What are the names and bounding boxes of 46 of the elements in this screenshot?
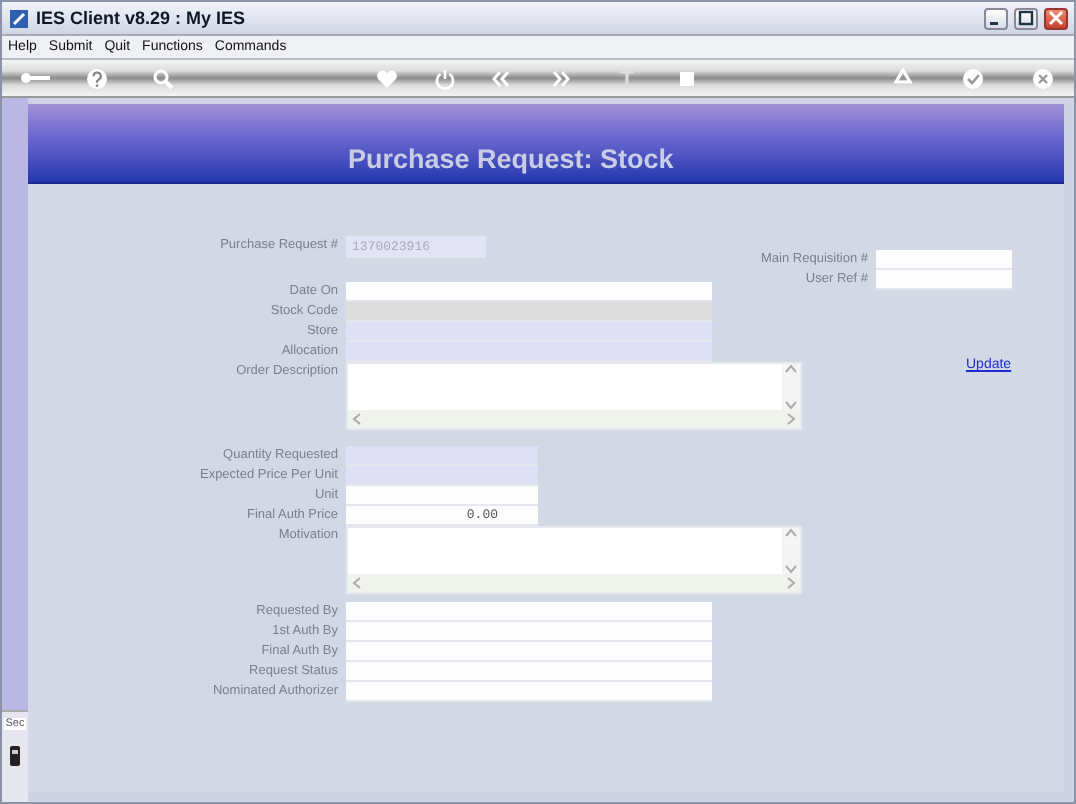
double-chevron-left-icon[interactable] xyxy=(489,67,512,89)
scroll-left-icon[interactable] xyxy=(352,576,362,590)
app-icon[interactable] xyxy=(8,7,30,29)
key-icon[interactable] xyxy=(18,67,52,89)
vertical-scrollbar[interactable] xyxy=(782,528,800,574)
scroll-down-icon[interactable] xyxy=(784,564,798,574)
window-title: IES Client v8.29 : My IES xyxy=(36,8,248,28)
input-field[interactable] xyxy=(346,642,712,662)
power-icon[interactable] xyxy=(434,67,457,89)
scroll-right-icon[interactable] xyxy=(786,576,796,590)
help-icon[interactable] xyxy=(85,67,108,89)
input-field[interactable] xyxy=(346,322,712,342)
input-field[interactable] xyxy=(876,270,1012,290)
input-field[interactable] xyxy=(346,602,712,622)
horizontal-scrollbar[interactable] xyxy=(348,410,800,428)
text-area[interactable] xyxy=(346,362,802,430)
stop-icon[interactable] xyxy=(676,67,699,89)
input-field[interactable] xyxy=(346,682,712,702)
input-field[interactable] xyxy=(346,342,712,362)
double-chevron-right-icon[interactable] xyxy=(550,67,573,89)
scroll-up-icon[interactable] xyxy=(784,528,798,538)
heart-icon[interactable] xyxy=(375,67,398,89)
input-field[interactable] xyxy=(346,662,712,682)
text-area[interactable] xyxy=(346,526,802,594)
input-field[interactable] xyxy=(346,486,538,506)
input-field[interactable] xyxy=(346,466,538,486)
input-field[interactable] xyxy=(346,622,712,642)
input-field[interactable] xyxy=(876,250,1012,270)
minimize-button[interactable] xyxy=(984,7,1008,29)
close-button[interactable] xyxy=(1044,7,1068,29)
close-icon[interactable] xyxy=(1032,67,1054,89)
maximize-icon xyxy=(1018,10,1034,26)
search-icon[interactable] xyxy=(151,67,174,89)
horizontal-scrollbar[interactable] xyxy=(348,574,800,592)
scroll-down-icon[interactable] xyxy=(784,400,798,410)
device-icon[interactable] xyxy=(10,746,20,766)
close-icon xyxy=(1048,10,1064,26)
check-icon[interactable] xyxy=(961,67,984,89)
maximize-button[interactable] xyxy=(1014,7,1038,29)
text-tool-icon[interactable] xyxy=(615,67,638,89)
scroll-right-icon[interactable] xyxy=(786,412,796,426)
input-field[interactable] xyxy=(346,282,712,302)
scroll-left-icon[interactable] xyxy=(352,412,362,426)
page-title: Purchase Request: Stock xyxy=(348,144,674,174)
scroll-up-icon[interactable] xyxy=(784,364,798,374)
vertical-scrollbar[interactable] xyxy=(782,364,800,410)
